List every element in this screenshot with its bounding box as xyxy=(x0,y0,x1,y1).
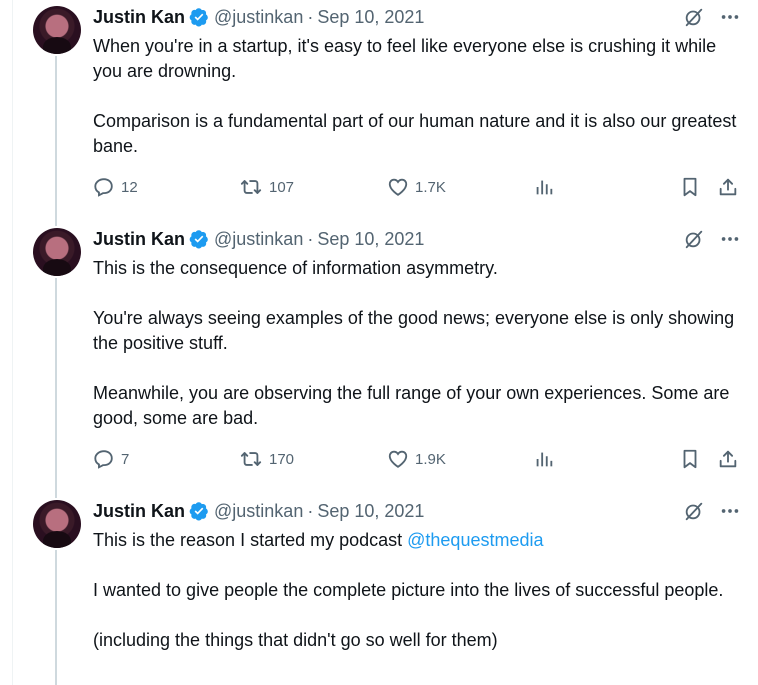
tweet-paragraph: (including the things that didn't go so … xyxy=(93,630,498,650)
header-actions xyxy=(683,227,741,251)
thread-timeline: Justin Kan @justinkan · Sep 10, 2021 Whe… xyxy=(12,0,758,685)
more-icon[interactable] xyxy=(719,228,741,250)
tweet-1[interactable]: Justin Kan @justinkan · Sep 10, 2021 Whe… xyxy=(13,0,758,226)
thread-connector xyxy=(55,278,57,498)
bookmark-icon xyxy=(683,177,697,197)
tweet-date[interactable]: Sep 10, 2021 xyxy=(317,4,424,30)
share-icon xyxy=(719,450,737,468)
tweet-date[interactable]: Sep 10, 2021 xyxy=(317,226,424,252)
share-button[interactable] xyxy=(717,448,739,470)
tweet-date[interactable]: Sep 10, 2021 xyxy=(317,498,424,524)
tweet-text: This is the consequence of information a… xyxy=(93,256,739,431)
repost-button[interactable]: 107 xyxy=(239,176,387,198)
tweet-paragraph: When you're in a startup, it's easy to f… xyxy=(93,36,717,81)
reply-button[interactable]: 7 xyxy=(93,448,239,470)
author-handle[interactable]: @justinkan xyxy=(214,226,303,252)
more-icon[interactable] xyxy=(719,6,741,28)
reply-icon xyxy=(94,450,113,469)
tweet-2[interactable]: Justin Kan @justinkan · Sep 10, 2021 Thi… xyxy=(13,222,758,498)
like-button[interactable]: 1.9K xyxy=(387,448,533,470)
tweet-paragraph: This is the reason I started my podcast … xyxy=(93,528,739,553)
header-separator: · xyxy=(307,229,314,249)
views-button[interactable] xyxy=(533,448,555,470)
grok-icon[interactable] xyxy=(683,228,705,250)
more-icon[interactable] xyxy=(719,500,741,522)
like-button[interactable]: 1.7K xyxy=(387,176,533,198)
repost-icon xyxy=(240,452,262,466)
reply-count: 12 xyxy=(121,178,138,196)
bookmark-button[interactable] xyxy=(679,448,701,470)
tweet-text: When you're in a startup, it's easy to f… xyxy=(93,34,739,159)
tweet-paragraph: Comparison is a fundamental part of our … xyxy=(93,111,737,156)
repost-icon xyxy=(240,180,262,194)
author-avatar[interactable] xyxy=(33,500,81,548)
author-avatar[interactable] xyxy=(33,6,81,54)
author-name[interactable]: Justin Kan xyxy=(93,4,185,30)
heart-icon xyxy=(388,450,408,468)
thread-connector xyxy=(55,550,57,685)
bookmark-icon xyxy=(683,449,697,469)
tweet-text: This is the reason I started my podcast … xyxy=(93,528,739,653)
header-separator: · xyxy=(307,501,314,521)
analytics-icon xyxy=(536,452,553,467)
bookmark-button[interactable] xyxy=(679,176,701,198)
tweet-3[interactable]: Justin Kan @justinkan · Sep 10, 2021 Thi… xyxy=(13,494,758,685)
verified-badge-icon xyxy=(189,230,208,249)
tweet-header: Justin Kan @justinkan · Sep 10, 2021 xyxy=(93,498,741,524)
repost-count: 170 xyxy=(269,450,295,468)
share-button[interactable] xyxy=(717,176,739,198)
like-count: 1.7K xyxy=(415,178,446,196)
verified-badge-icon xyxy=(189,8,208,27)
tweet-text-prefix: This is the reason I started my podcast xyxy=(93,530,408,550)
reply-icon xyxy=(94,178,113,197)
header-separator: · xyxy=(307,7,314,27)
header-actions xyxy=(683,499,741,523)
grok-icon[interactable] xyxy=(683,500,705,522)
thread-connector xyxy=(55,56,57,226)
header-actions xyxy=(683,5,741,29)
share-icon xyxy=(719,178,737,196)
author-handle[interactable]: @justinkan xyxy=(214,4,303,30)
repost-button[interactable]: 170 xyxy=(239,448,387,470)
tweet-actions: 12 107 1.7K xyxy=(93,174,739,200)
reply-button[interactable]: 12 xyxy=(93,176,239,198)
author-handle[interactable]: @justinkan xyxy=(214,498,303,524)
grok-icon[interactable] xyxy=(683,6,705,28)
author-name[interactable]: Justin Kan xyxy=(93,226,185,252)
like-count: 1.9K xyxy=(415,450,446,468)
author-name[interactable]: Justin Kan xyxy=(93,498,185,524)
heart-icon xyxy=(388,178,408,196)
tweet-paragraph: This is the consequence of information a… xyxy=(93,258,498,278)
tweet-header: Justin Kan @justinkan · Sep 10, 2021 xyxy=(93,226,741,252)
tweet-paragraph: Meanwhile, you are observing the full ra… xyxy=(93,383,730,428)
repost-count: 107 xyxy=(269,178,295,196)
reply-count: 7 xyxy=(121,450,130,468)
tweet-paragraph: I wanted to give people the complete pic… xyxy=(93,580,724,600)
tweet-paragraph: You're always seeing examples of the goo… xyxy=(93,308,735,353)
author-avatar[interactable] xyxy=(33,228,81,276)
analytics-icon xyxy=(536,180,553,195)
tweet-header: Justin Kan @justinkan · Sep 10, 2021 xyxy=(93,4,741,30)
mention-link[interactable]: @thequestmedia xyxy=(407,530,543,550)
verified-badge-icon xyxy=(189,502,208,521)
tweet-actions: 7 170 1.9K xyxy=(93,446,739,472)
views-button[interactable] xyxy=(533,176,555,198)
